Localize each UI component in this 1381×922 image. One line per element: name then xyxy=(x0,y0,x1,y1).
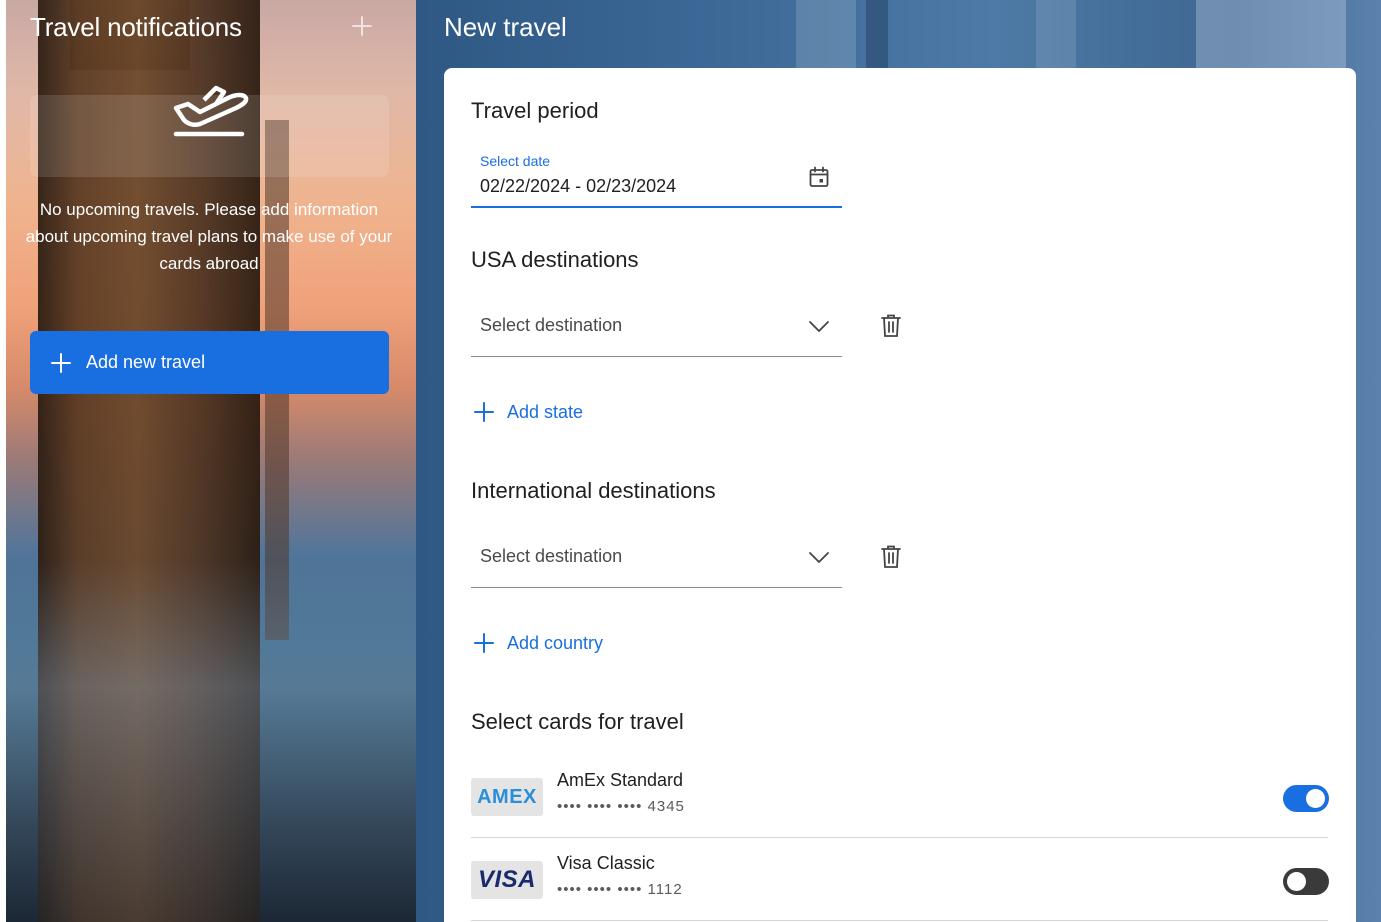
card-number: •••• •••• •••• 4345 xyxy=(557,798,685,815)
panel-title: Travel notifications xyxy=(30,12,242,42)
card-number-last4: 1112 xyxy=(647,881,683,898)
chevron-down-icon xyxy=(809,552,829,563)
card-number-mask: •••• •••• •••• xyxy=(557,881,643,898)
toggle-knob xyxy=(1287,872,1306,891)
travel-period-heading: Travel period xyxy=(471,98,599,123)
chevron-down-icon xyxy=(809,321,829,332)
airplane-takeoff-icon xyxy=(173,85,249,137)
card-row-visa: VISA Visa Classic •••• •••• •••• 1112 xyxy=(471,839,1329,921)
add-notification-plus-icon[interactable] xyxy=(350,14,374,38)
date-range-field[interactable]: Select date 02/22/2024 - 02/23/2024 xyxy=(471,145,842,208)
select-cards-heading: Select cards for travel xyxy=(471,709,684,734)
card-travel-toggle-visa[interactable] xyxy=(1283,868,1329,895)
amex-logo: AMEX xyxy=(471,778,543,816)
international-destinations-heading: International destinations xyxy=(471,478,716,503)
add-new-travel-button[interactable]: Add new travel xyxy=(30,331,389,394)
plus-icon xyxy=(474,402,494,422)
international-destination-placeholder: Select destination xyxy=(480,546,623,566)
visa-logo: VISA xyxy=(471,861,543,899)
toggle-knob xyxy=(1306,789,1325,808)
add-state-label: Add state xyxy=(507,401,584,422)
add-state-button[interactable]: Add state xyxy=(473,400,583,424)
calendar-icon[interactable] xyxy=(807,165,831,189)
plus-icon xyxy=(51,352,71,373)
page-title: New travel xyxy=(444,12,567,42)
card-travel-toggle-amex[interactable] xyxy=(1283,785,1329,812)
trash-icon[interactable] xyxy=(879,313,903,339)
international-destination-select[interactable]: Select destination xyxy=(471,526,842,588)
trash-icon[interactable] xyxy=(879,544,903,570)
card-number-last4: 4345 xyxy=(647,798,685,815)
background-surf xyxy=(0,560,416,922)
window-edge xyxy=(0,0,6,922)
empty-state-message: No upcoming travels. Please add informat… xyxy=(25,200,393,273)
card-row-amex: AMEX AmEx Standard •••• •••• •••• 4345 xyxy=(471,756,1329,838)
card-name: AmEx Standard xyxy=(557,770,684,790)
usa-destination-placeholder: Select destination xyxy=(480,315,623,335)
add-country-button[interactable]: Add country xyxy=(473,631,603,655)
card-name: Visa Classic xyxy=(557,853,655,873)
date-field-label: Select date xyxy=(480,153,551,169)
date-field-value: 02/22/2024 - 02/23/2024 xyxy=(480,176,677,196)
plus-icon xyxy=(474,633,494,653)
add-country-label: Add country xyxy=(507,632,604,653)
card-number-mask: •••• •••• •••• xyxy=(557,798,643,815)
usa-destination-select[interactable]: Select destination xyxy=(471,295,842,357)
card-number: •••• •••• •••• 1112 xyxy=(557,881,683,898)
usa-destinations-heading: USA destinations xyxy=(471,247,639,272)
add-new-travel-label: Add new travel xyxy=(86,352,206,372)
